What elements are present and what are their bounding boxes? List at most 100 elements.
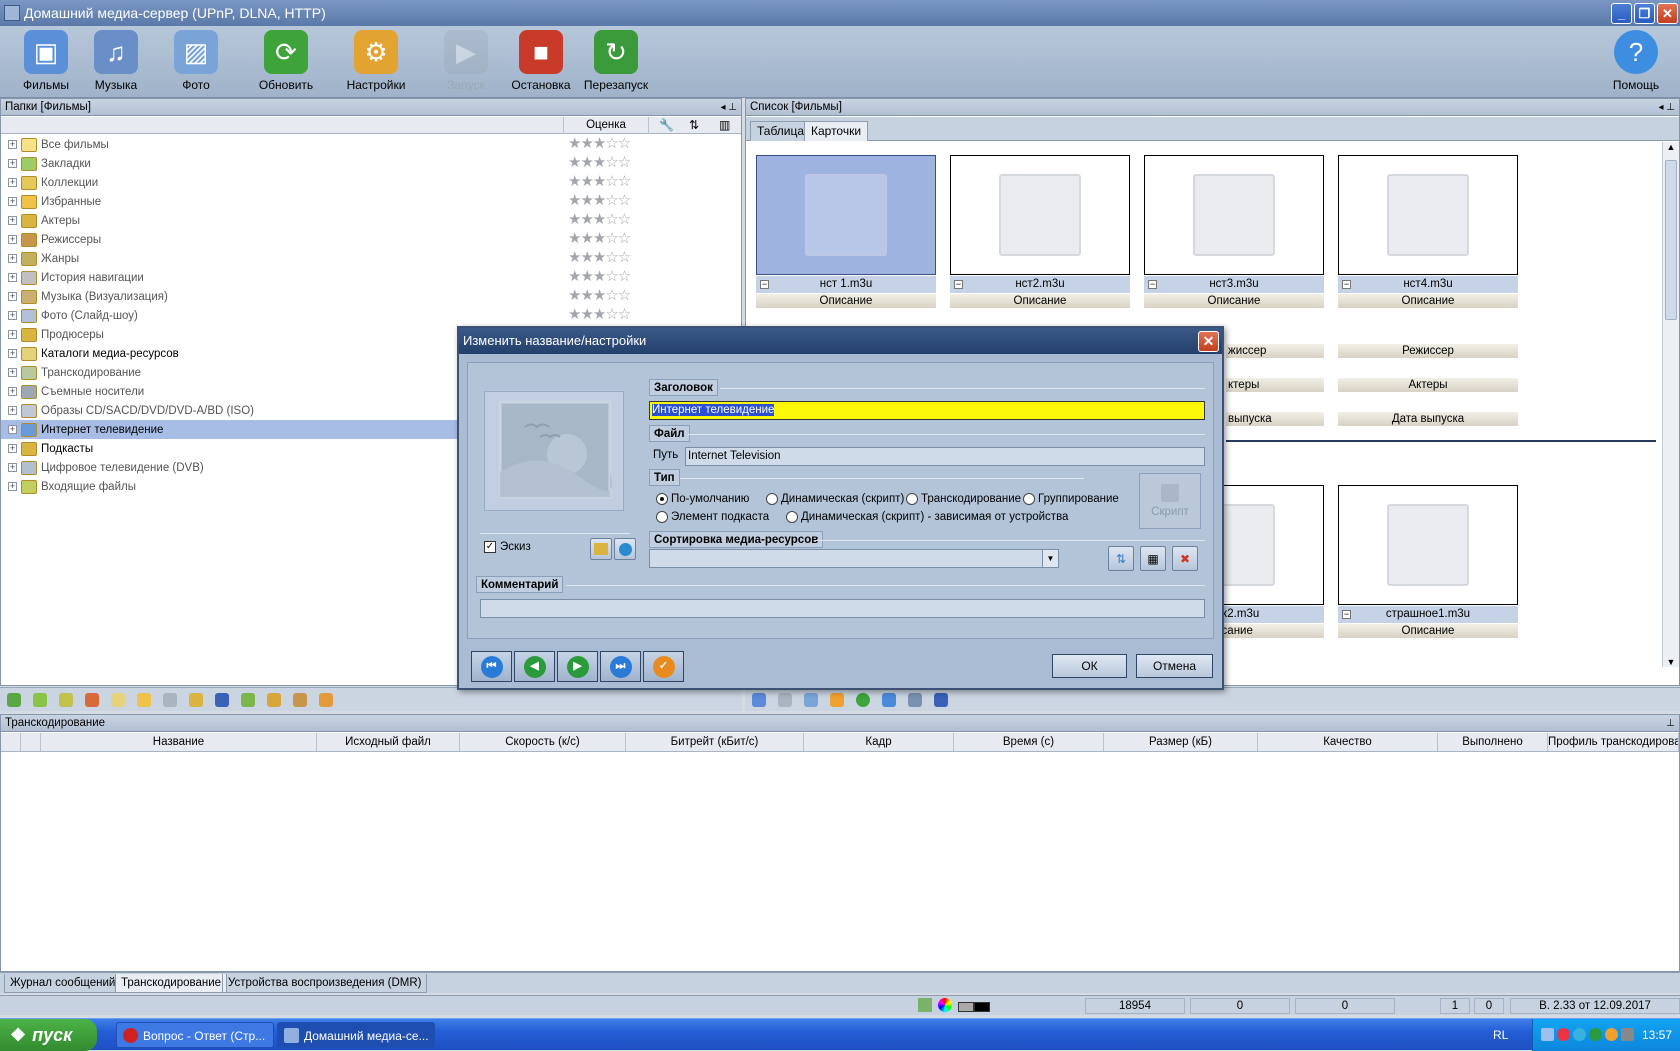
tree-item[interactable]: + Жанры ★★★☆☆ [1, 249, 741, 268]
expand-icon[interactable]: + [8, 330, 17, 339]
radio-podcast-item[interactable]: Элемент подкаста [656, 511, 769, 523]
media-card[interactable]: − нст4.m3u Описание [1338, 155, 1518, 308]
first-item-button[interactable]: ⏮ [471, 651, 512, 682]
expand-icon[interactable]: + [8, 159, 17, 168]
tab-transcoding[interactable]: Транскодирование [115, 974, 228, 993]
rating-stars[interactable]: ★★★☆☆ [568, 193, 631, 209]
expand-icon[interactable]: + [8, 387, 17, 396]
card-field[interactable]: Режиссер [1338, 344, 1518, 358]
sort-clear-button[interactable]: ✖ [1172, 546, 1198, 571]
dialog-close-button[interactable]: ✕ [1198, 331, 1219, 352]
col-bitrate[interactable]: Битрейт (кБит/с) [626, 733, 804, 751]
tools-icon[interactable] [267, 693, 281, 707]
palm-icon[interactable] [319, 693, 333, 707]
pin-icon[interactable]: ⊥ [1666, 715, 1675, 732]
sort-grid-button[interactable]: ▦ [1140, 546, 1166, 571]
card-name[interactable]: − страшное1.m3u [1338, 606, 1518, 623]
tree-item[interactable]: + Коллекции ★★★☆☆ [1, 173, 741, 192]
last-item-button[interactable]: ⏭ [600, 651, 641, 682]
expand-icon[interactable]: + [8, 311, 17, 320]
expand-icon[interactable]: + [8, 425, 17, 434]
tab-cards[interactable]: Карточки [804, 121, 869, 141]
tree-item[interactable]: + Режиссеры ★★★☆☆ [1, 230, 741, 249]
filter-icon[interactable]: 🔧 [659, 118, 674, 132]
expand-icon[interactable]: + [8, 235, 17, 244]
tree-item[interactable]: + Музыка (Визуализация) ★★★☆☆ [1, 287, 741, 306]
tree-item[interactable]: + Фото (Слайд-шоу) ★★★☆☆ [1, 306, 741, 325]
col-size[interactable]: Размер (кБ) [1104, 733, 1258, 751]
task-media-server[interactable]: Домашний медиа-се... [277, 1022, 435, 1048]
radio-transcoding[interactable]: Транскодирование [906, 493, 1021, 505]
toolbar-start-button[interactable]: ▶ Запуск [430, 30, 502, 96]
expand-icon[interactable]: + [8, 292, 17, 301]
media-card[interactable]: − нст2.m3u Описание [950, 155, 1130, 308]
collapse-icon[interactable]: − [1148, 280, 1157, 289]
save-icon[interactable] [215, 693, 229, 707]
col-profile[interactable]: Профиль транскодирования [1548, 733, 1679, 751]
task-browser[interactable]: Вопрос - Ответ (Стр... [116, 1022, 274, 1048]
grid-icon[interactable] [163, 693, 177, 707]
list-icon[interactable] [908, 693, 922, 707]
rating-stars[interactable]: ★★★☆☆ [568, 155, 631, 171]
card-field[interactable]: ктеры [1226, 378, 1324, 392]
tray-icon[interactable] [1573, 1028, 1586, 1041]
radio-off-icon[interactable] [786, 511, 798, 523]
previous-item-button[interactable]: ◀ [514, 651, 555, 682]
vertical-scrollbar[interactable]: ▲ ▼ [1662, 142, 1679, 667]
scroll-thumb[interactable] [1665, 160, 1677, 320]
tree-item[interactable]: + Актеры ★★★☆☆ [1, 211, 741, 230]
toolbar-settings-button[interactable]: ⚙ Настройки [340, 30, 412, 96]
card-field[interactable]: выпуска [1226, 412, 1324, 426]
tray-icon[interactable] [1541, 1028, 1554, 1041]
col-frame[interactable]: Кадр [804, 733, 954, 751]
collapse-icon[interactable]: − [1342, 610, 1351, 619]
tab-messages[interactable]: Журнал сообщений [4, 974, 122, 993]
folder-icon[interactable] [111, 693, 125, 707]
close-button[interactable]: ✕ [1657, 3, 1678, 24]
tray-icon[interactable] [1557, 1028, 1570, 1041]
expand-icon[interactable]: + [8, 463, 17, 472]
tree-item[interactable]: + Закладки ★★★☆☆ [1, 154, 741, 173]
open-folder-icon[interactable] [189, 693, 203, 707]
add-item-icon[interactable] [33, 693, 47, 707]
pin-icon[interactable]: ◂ ⊥ [720, 99, 737, 116]
card-description[interactable]: Описание [950, 294, 1130, 308]
card-description[interactable]: Описание [1144, 294, 1324, 308]
collapse-icon[interactable]: − [760, 280, 769, 289]
comment-input[interactable] [480, 599, 1205, 618]
language-indicator[interactable]: RL [1493, 1019, 1508, 1051]
cancel-button[interactable]: Отмена [1136, 654, 1213, 678]
rating-stars[interactable]: ★★★☆☆ [568, 288, 631, 304]
sort-order-button[interactable]: ⇅ [1108, 546, 1134, 571]
expand-icon[interactable]: + [8, 273, 17, 282]
sort-icon[interactable]: ⇅ [689, 118, 699, 132]
rating-stars[interactable]: ★★★☆☆ [568, 307, 631, 323]
tab-dmr-devices[interactable]: Устройства воспроизведения (DMR) [222, 974, 428, 993]
card-name[interactable]: − нст 1.m3u [756, 276, 936, 293]
expand-icon[interactable]: + [8, 140, 17, 149]
rating-stars[interactable]: ★★★☆☆ [568, 250, 631, 266]
col-quality[interactable]: Качество [1258, 733, 1438, 751]
scroll-down-icon[interactable]: ▼ [1663, 657, 1679, 667]
clock[interactable]: 13:57 [1642, 1019, 1672, 1051]
dialog-titlebar[interactable]: Изменить название/настройки ✕ [459, 328, 1222, 354]
toolbar-refresh-button[interactable]: ⟳ Обновить [250, 30, 322, 96]
network-icon[interactable] [918, 998, 932, 1012]
color-icon[interactable] [938, 998, 952, 1012]
collapse-icon[interactable]: − [1342, 280, 1351, 289]
thumbnail-open-button[interactable] [590, 538, 612, 560]
radio-dynamic-script[interactable]: Динамическая (скрипт) [766, 493, 904, 505]
edit-icon[interactable] [59, 693, 73, 707]
expand-icon[interactable]: + [8, 197, 17, 206]
media-card[interactable]: − нст 1.m3u Описание [756, 155, 936, 308]
expand-icon[interactable]: + [8, 216, 17, 225]
people-icon[interactable] [293, 693, 307, 707]
info-icon[interactable] [804, 693, 818, 707]
radio-off-icon[interactable] [1023, 493, 1035, 505]
card-thumbnail[interactable] [1144, 155, 1324, 275]
import-icon[interactable] [241, 693, 255, 707]
globe-icon[interactable] [752, 693, 766, 707]
toolbar-help-button[interactable]: ? Помощь [1600, 30, 1672, 96]
expand-icon[interactable]: + [8, 349, 17, 358]
checkbox-checked-icon[interactable]: ✓ [484, 541, 496, 553]
